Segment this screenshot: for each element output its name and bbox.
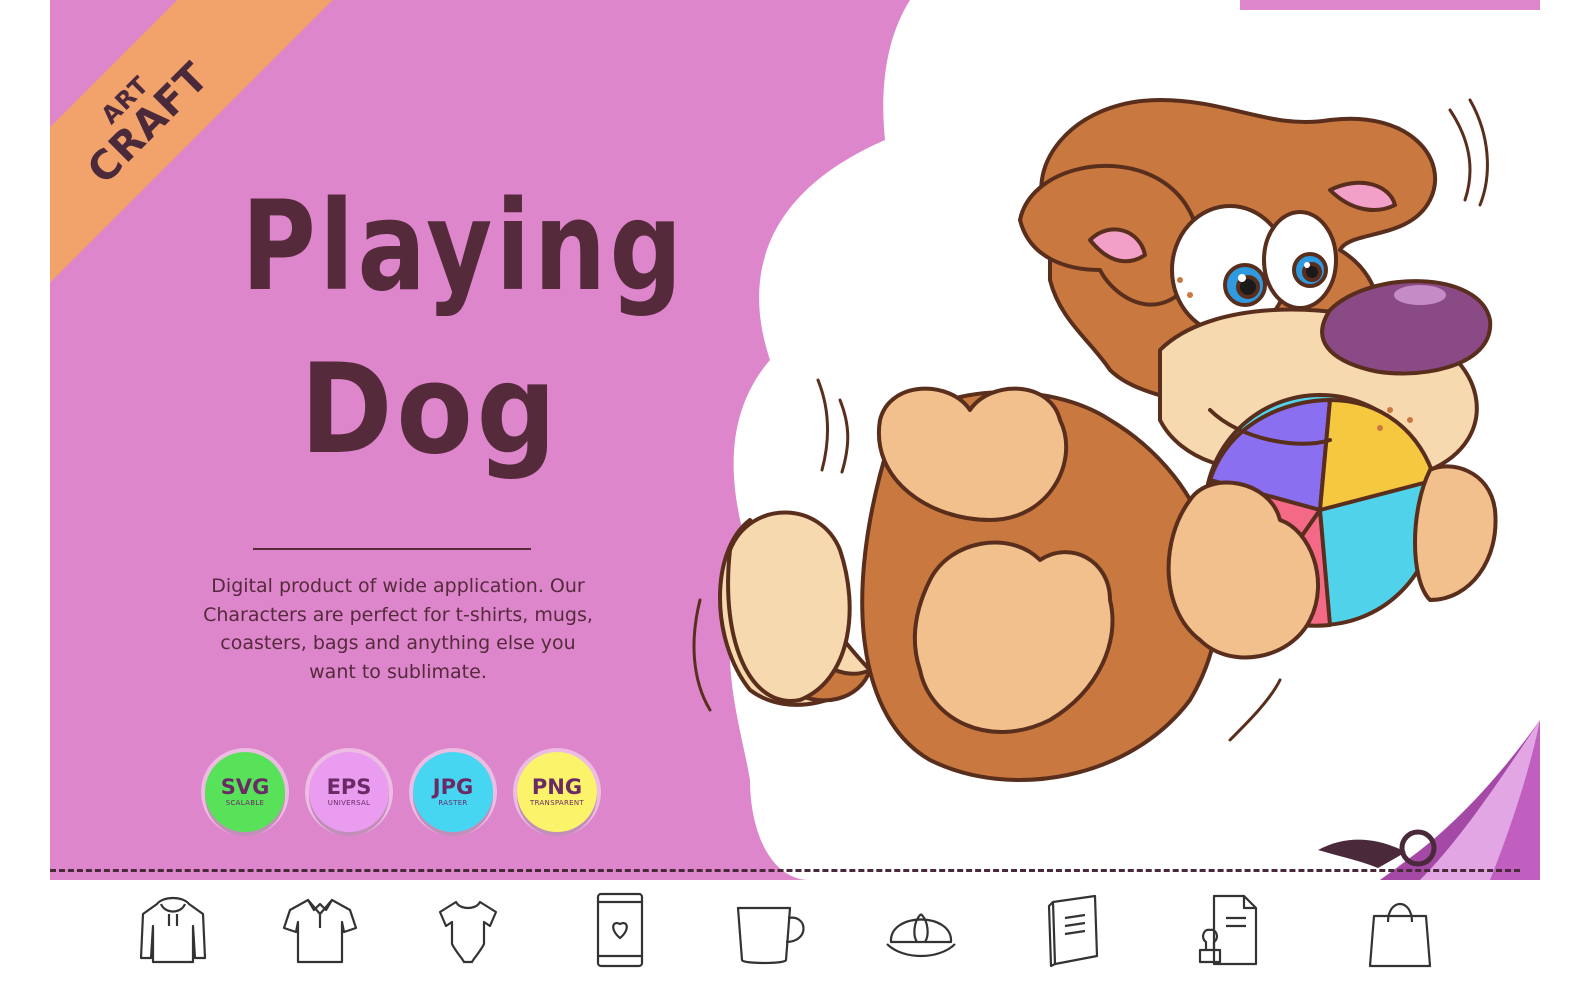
format-sublabel: RASTER (438, 799, 468, 807)
format-badge-svg: SVG SCALABLE (205, 752, 285, 832)
playing-dog-illustration (692, 98, 1498, 782)
cap-icon (883, 892, 959, 968)
cut-line (50, 869, 1520, 872)
format-sublabel: TRANSPARENT (530, 799, 584, 807)
format-badges: SVG SCALABLE EPS UNIVERSAL JPG RASTER PN… (205, 752, 625, 836)
format-sublabel: SCALABLE (225, 799, 265, 807)
product-cover: ART CRAFT Playing Dog Digital product of… (50, 0, 1540, 994)
title-line-2: Dog (299, 338, 560, 482)
format-badge-eps: EPS UNIVERSAL (309, 752, 389, 832)
baby-bodysuit-icon (430, 892, 506, 968)
shopping-bag-icon (1362, 892, 1438, 968)
stamp-document-icon (1190, 892, 1266, 968)
polo-shirt-icon (282, 892, 358, 968)
product-icon-bar (50, 880, 1540, 994)
notebook-icon (1035, 892, 1111, 968)
format-label: PNG (531, 775, 583, 799)
mug-icon (732, 892, 808, 968)
title-line-1: Playing (241, 175, 686, 319)
title-divider (253, 548, 531, 550)
format-badge-png: PNG TRANSPARENT (517, 752, 597, 832)
product-title: Playing Dog (200, 160, 686, 485)
format-badge-jpg: JPG RASTER (413, 752, 493, 832)
scissors-icon (1318, 829, 1437, 868)
product-description: Digital product of wide application. Our… (203, 575, 593, 683)
format-sublabel: UNIVERSAL (327, 799, 371, 807)
phone-case-icon (582, 892, 658, 968)
format-label: EPS (326, 775, 372, 799)
format-label: JPG (432, 775, 474, 799)
hoodie-icon (135, 892, 211, 968)
format-label: SVG (220, 775, 270, 799)
